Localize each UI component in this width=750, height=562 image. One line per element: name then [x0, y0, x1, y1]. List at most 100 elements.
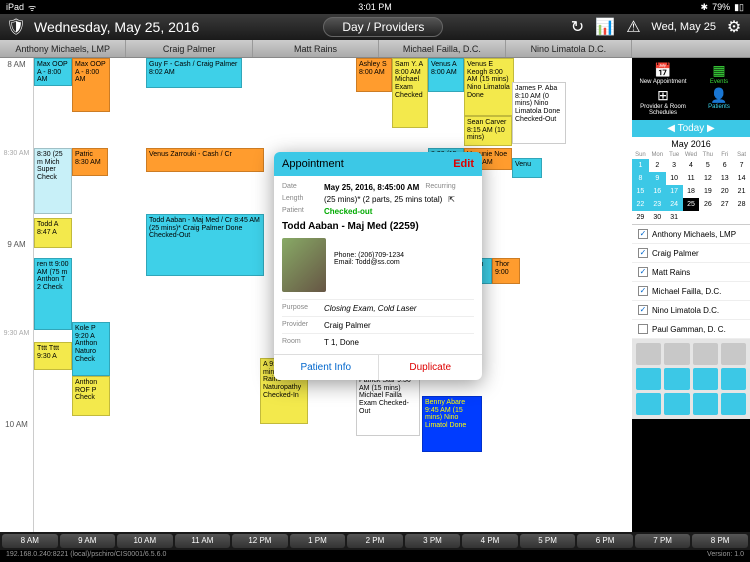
- calendar-day[interactable]: 24: [666, 198, 683, 211]
- calendar-day[interactable]: 5: [699, 159, 716, 172]
- appointment-block[interactable]: Venu: [512, 158, 542, 178]
- view-mode-button[interactable]: Day / Providers: [323, 17, 443, 37]
- time-nav-button[interactable]: 11 AM: [175, 534, 231, 548]
- appointment-block[interactable]: Patric 8:30 AM: [72, 148, 108, 176]
- duplicate-button[interactable]: Duplicate: [378, 355, 483, 380]
- calendar-day[interactable]: 13: [716, 172, 733, 185]
- appointment-block[interactable]: Ashley S 8:00 AM: [356, 58, 392, 92]
- appointment-block[interactable]: 8:30 (25 m Mich Super Check: [34, 148, 72, 214]
- provider-column-header[interactable]: Matt Rains: [253, 40, 379, 57]
- appointment-block[interactable]: Benny Abare 9:45 AM (15 mins) Nino Limat…: [422, 396, 482, 452]
- schedules-button[interactable]: ⊞Provider & Room Schedules: [636, 87, 690, 116]
- room-tile[interactable]: [664, 368, 689, 390]
- checkbox-icon[interactable]: ✓: [638, 229, 648, 239]
- appointment-block[interactable]: Venus A 8:00 AM: [428, 58, 464, 92]
- appointment-block[interactable]: Sam Y. A 8:00 AM Michael Exam Checked: [392, 58, 428, 128]
- calendar-day[interactable]: 8: [632, 172, 649, 185]
- provider-filter-item[interactable]: ✓Michael Failla, D.C.: [632, 282, 750, 301]
- calendar-day[interactable]: 7: [733, 159, 750, 172]
- alert-icon[interactable]: ⚠: [623, 17, 643, 37]
- calendar-day[interactable]: 14: [733, 172, 750, 185]
- provider-column-header[interactable]: Nino Limatola D.C.: [506, 40, 632, 57]
- calendar-day[interactable]: 21: [733, 185, 750, 198]
- appointment-block[interactable]: Venus E Keogh 8:00 AM (15 mins) Nino Lim…: [464, 58, 514, 116]
- events-button[interactable]: ▦Events: [692, 62, 746, 85]
- time-nav-button[interactable]: 1 PM: [290, 534, 346, 548]
- appointment-block[interactable]: Max OOP A - 8:00 AM: [34, 58, 72, 86]
- calendar-day[interactable]: 25: [683, 198, 700, 211]
- appointment-block[interactable]: Sean Carver 8:15 AM (10 mins): [464, 116, 512, 146]
- calendar-day[interactable]: 10: [666, 172, 683, 185]
- stats-icon[interactable]: 📊: [595, 17, 615, 37]
- patients-button[interactable]: 👤Patients: [692, 87, 746, 116]
- calendar-day[interactable]: 3: [666, 159, 683, 172]
- provider-filter-item[interactable]: ✓Anthony Michaels, LMP: [632, 225, 750, 244]
- time-nav-button[interactable]: 8 AM: [2, 534, 58, 548]
- time-nav-button[interactable]: 7 PM: [635, 534, 691, 548]
- appointment-block[interactable]: Anthon ROF P Check: [72, 376, 110, 416]
- room-tile[interactable]: [664, 393, 689, 415]
- provider-column-header[interactable]: Craig Palmer: [126, 40, 252, 57]
- calendar-day[interactable]: 27: [716, 198, 733, 211]
- today-button[interactable]: ◀ Today ▶: [632, 120, 750, 137]
- calendar-day[interactable]: 12: [699, 172, 716, 185]
- time-nav-button[interactable]: 9 AM: [60, 534, 116, 548]
- room-tile[interactable]: [693, 368, 718, 390]
- calendar-day[interactable]: 11: [683, 172, 700, 185]
- appointment-block[interactable]: Kole P 9:20 A Anthon Naturo Check: [72, 322, 110, 376]
- room-tile[interactable]: [636, 343, 661, 365]
- provider-filter-item[interactable]: ✓Nino Limatola D.C.: [632, 301, 750, 320]
- time-nav-button[interactable]: 4 PM: [462, 534, 518, 548]
- appointment-block[interactable]: Todd A 8:47 A: [34, 218, 72, 248]
- provider-column-header[interactable]: Michael Failla, D.C.: [379, 40, 505, 57]
- provider-filter-item[interactable]: Paul Gamman, D. C.: [632, 320, 750, 339]
- calendar-day[interactable]: 19: [699, 185, 716, 198]
- room-tile[interactable]: [693, 343, 718, 365]
- checkbox-icon[interactable]: ✓: [638, 267, 648, 277]
- appointment-block[interactable]: Tttt Tttt 9:30 A: [34, 342, 72, 370]
- checkbox-icon[interactable]: [638, 324, 648, 334]
- export-icon[interactable]: ⇱: [448, 195, 455, 204]
- checkbox-icon[interactable]: ✓: [638, 248, 648, 258]
- room-tile[interactable]: [664, 343, 689, 365]
- room-tile[interactable]: [721, 368, 746, 390]
- checkbox-icon[interactable]: ✓: [638, 286, 648, 296]
- appointment-block[interactable]: Todd Aaban - Maj Med / Cr 8:45 AM (25 mi…: [146, 214, 264, 276]
- room-tile[interactable]: [636, 393, 661, 415]
- calendar-day[interactable]: 16: [649, 185, 666, 198]
- gear-icon[interactable]: ⚙: [724, 17, 744, 37]
- checkbox-icon[interactable]: ✓: [638, 305, 648, 315]
- calendar-day[interactable]: 15: [632, 185, 649, 198]
- appointment-block[interactable]: Patrick Star 9:36 AM (15 mins) Michael F…: [356, 374, 420, 436]
- appointment-block[interactable]: ren tt 9:00 AM (75 m Anthon T 2 Check: [34, 258, 72, 330]
- appointment-block[interactable]: Thor 9:00: [492, 258, 520, 284]
- appointment-block[interactable]: Guy F - Cash / Craig Palmer 8:02 AM: [146, 58, 242, 88]
- calendar-day[interactable]: 17: [666, 185, 683, 198]
- time-nav-button[interactable]: 5 PM: [520, 534, 576, 548]
- calendar-day[interactable]: 4: [683, 159, 700, 172]
- appointment-block[interactable]: Max OOP A - 8:00 AM: [72, 58, 110, 112]
- mini-date[interactable]: Wed, May 25: [651, 21, 716, 33]
- time-nav-button[interactable]: 2 PM: [347, 534, 403, 548]
- calendar-day[interactable]: 30: [649, 211, 666, 224]
- time-nav-button[interactable]: 8 PM: [692, 534, 748, 548]
- provider-column-header[interactable]: Anthony Michaels, LMP: [0, 40, 126, 57]
- edit-button[interactable]: Edit: [453, 158, 474, 170]
- time-nav-button[interactable]: 6 PM: [577, 534, 633, 548]
- calendar-day[interactable]: 18: [683, 185, 700, 198]
- time-nav-button[interactable]: 12 PM: [232, 534, 288, 548]
- calendar-day[interactable]: 23: [649, 198, 666, 211]
- appointment-block[interactable]: Venus Zarrouki - Cash / Cr: [146, 148, 264, 172]
- appointment-block[interactable]: James P. Aba 8:10 AM (0 mins) Nino Limat…: [512, 82, 566, 144]
- calendar-day[interactable]: 9: [649, 172, 666, 185]
- calendar-day[interactable]: 2: [649, 159, 666, 172]
- calendar-day[interactable]: 26: [699, 198, 716, 211]
- time-nav-button[interactable]: 3 PM: [405, 534, 461, 548]
- provider-filter-item[interactable]: ✓Craig Palmer: [632, 244, 750, 263]
- room-tile[interactable]: [721, 343, 746, 365]
- calendar-day[interactable]: 31: [666, 211, 683, 224]
- calendar-day[interactable]: 1: [632, 159, 649, 172]
- room-tile[interactable]: [693, 393, 718, 415]
- calendar-day[interactable]: 28: [733, 198, 750, 211]
- calendar-day[interactable]: 20: [716, 185, 733, 198]
